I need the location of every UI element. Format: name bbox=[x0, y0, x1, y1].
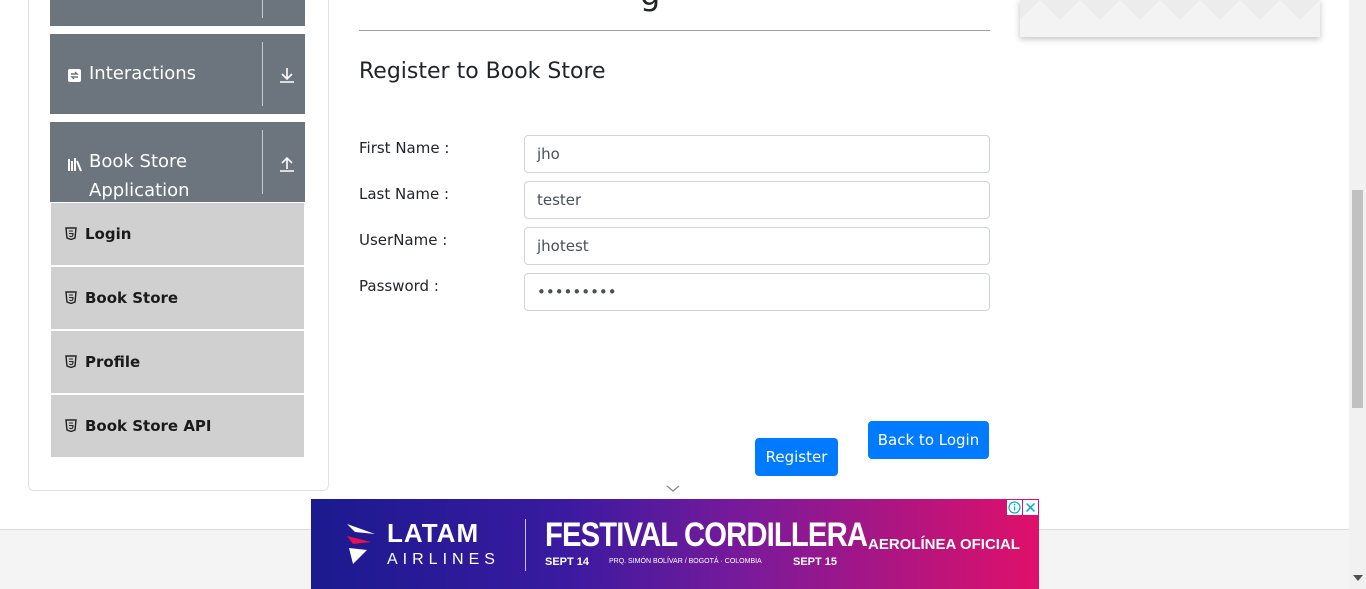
sidebar-item-label: Book Store API bbox=[85, 417, 212, 435]
ad-close-icon[interactable] bbox=[1023, 500, 1038, 515]
expand-arrow-icon[interactable] bbox=[278, 66, 296, 84]
sidebar-item-book-store[interactable]: Book Store bbox=[51, 267, 304, 329]
ad-banner[interactable]: LATAM AIRLINES FESTIVAL CORDILLERA SEPT … bbox=[311, 499, 1039, 589]
html5-icon bbox=[65, 227, 77, 240]
back-to-login-button[interactable]: Back to Login bbox=[868, 421, 989, 459]
ad-place: PRQ. SIMÓN BOLÍVAR / BOGOTÁ · COLOMBIA bbox=[609, 558, 762, 565]
page: Interactions Book Store Application Logi… bbox=[0, 0, 1366, 589]
group-label-interactions: Interactions bbox=[89, 63, 197, 84]
last-name-label: Last Name : bbox=[359, 185, 450, 203]
scrollbar-thumb[interactable] bbox=[1352, 190, 1363, 408]
first-name-input[interactable]: jho bbox=[524, 135, 990, 173]
collapse-arrow-icon[interactable] bbox=[278, 155, 296, 173]
ad-divider bbox=[525, 519, 526, 571]
group-divider bbox=[262, 42, 263, 106]
group-label-line2: Application bbox=[89, 180, 190, 201]
latam-logo-icon bbox=[347, 524, 375, 564]
ad-tagline: AEROLÍNEA OFICIAL bbox=[868, 536, 1020, 553]
password-label: Password : bbox=[359, 277, 439, 295]
group-label-book-store: Book Store Application bbox=[89, 147, 190, 205]
sidebar-item-book-store-api[interactable]: Book Store API bbox=[51, 395, 304, 457]
html5-icon bbox=[65, 291, 77, 304]
header-divider bbox=[359, 30, 990, 31]
group-header-widgets[interactable] bbox=[50, 0, 305, 26]
books-icon bbox=[68, 158, 82, 172]
group-header-interactions[interactable]: Interactions bbox=[50, 34, 305, 114]
side-ad-card bbox=[1020, 0, 1320, 37]
ad-brand-sub: AIRLINES bbox=[387, 551, 500, 568]
sidebar-item-login[interactable]: Login bbox=[51, 203, 304, 265]
last-name-input[interactable]: tester bbox=[524, 181, 990, 219]
sidebar-item-label: Login bbox=[85, 225, 132, 243]
group-divider bbox=[262, 0, 263, 18]
first-name-label: First Name : bbox=[359, 139, 450, 157]
group-label-line1: Book Store bbox=[89, 151, 188, 172]
vertical-scrollbar[interactable] bbox=[1349, 0, 1366, 589]
interactions-icon bbox=[68, 69, 81, 82]
ad-date-start: SEPT 14 bbox=[545, 556, 590, 568]
username-input[interactable]: jhotest bbox=[524, 227, 990, 265]
sidebar-item-label: Profile bbox=[85, 353, 141, 371]
ad-info-icon[interactable] bbox=[1007, 500, 1022, 515]
register-button[interactable]: Register bbox=[755, 438, 838, 476]
sidebar-item-label: Book Store bbox=[85, 289, 179, 307]
register-title: Register to Book Store bbox=[359, 59, 606, 84]
ad-date-end: SEPT 15 bbox=[793, 556, 838, 568]
password-input[interactable]: ••••••••• bbox=[524, 273, 990, 311]
html5-icon bbox=[65, 419, 77, 432]
group-header-book-store-application[interactable]: Book Store Application bbox=[50, 122, 305, 202]
ad-brand: LATAM bbox=[387, 518, 480, 548]
sidebar-item-profile[interactable]: Profile bbox=[51, 331, 304, 393]
group-divider bbox=[262, 130, 263, 194]
page-title: g bbox=[640, 0, 660, 10]
chevron-down-icon[interactable] bbox=[665, 484, 681, 494]
ad-headline: FESTIVAL CORDILLERA bbox=[545, 516, 868, 554]
html5-icon bbox=[65, 355, 77, 368]
scroll-down-arrow-icon[interactable] bbox=[1353, 575, 1363, 581]
username-label: UserName : bbox=[359, 231, 448, 249]
